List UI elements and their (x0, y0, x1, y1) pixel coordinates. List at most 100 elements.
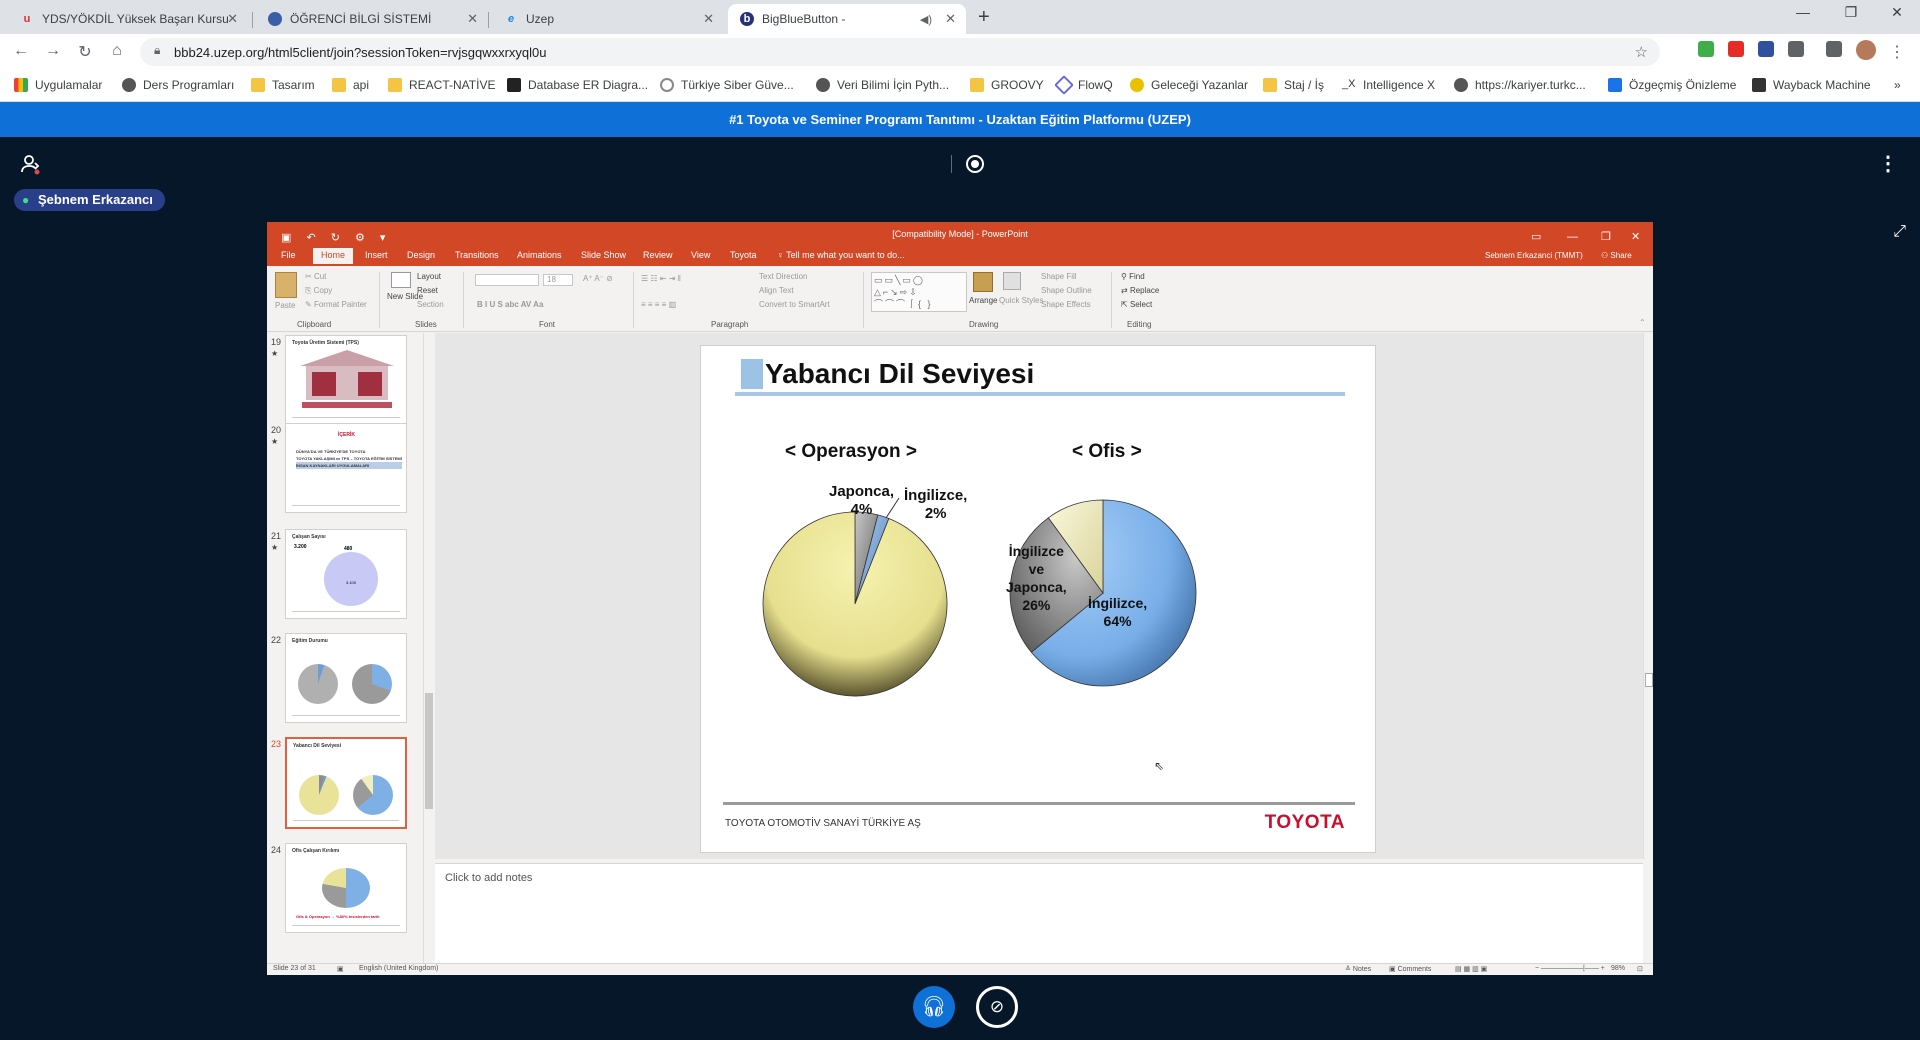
slide-thumbnail[interactable]: Ofis Çalışan Kırılımı Ofis & Operasyon →… (285, 843, 407, 933)
notes-pane[interactable]: Click to add notes (435, 863, 1643, 963)
bookmark-item[interactable]: REACT-NATİVE (388, 78, 495, 92)
bookmark-item[interactable]: Veri Bilimi İçin Pyth... (816, 78, 949, 92)
find-button[interactable]: ⚲ Find (1121, 272, 1145, 281)
shield-extension-icon[interactable] (1698, 41, 1714, 57)
calendar-extension-icon[interactable] (1758, 41, 1774, 57)
restore-button[interactable]: ❐ (1828, 4, 1874, 21)
lock-icon[interactable]: 🔒︎ (154, 43, 160, 58)
copy-button[interactable]: ⎘ Copy (305, 286, 332, 296)
share-button[interactable]: ⚇ Share (1601, 251, 1632, 260)
slide-thumbnail-selected[interactable]: Yabancı Dil Seviyesi (285, 737, 407, 829)
close-icon[interactable]: ✕ (467, 11, 478, 27)
reload-button[interactable]: ↻ (74, 42, 96, 62)
close-window-button[interactable]: ✕ (1874, 4, 1920, 21)
close-icon[interactable]: ✕ (945, 11, 956, 27)
bookmark-item[interactable]: Geleceği Yazanlar (1130, 78, 1248, 92)
collapse-ribbon-icon[interactable]: ⌃ (1639, 318, 1646, 327)
bookmark-item[interactable]: Tasarım (251, 78, 315, 92)
browser-tab[interactable]: ÖĞRENCİ BİLGİ SİSTEMİ ✕ (256, 4, 488, 34)
shape-outline-button[interactable]: Shape Outline (1041, 286, 1092, 295)
arrange-icon[interactable] (973, 272, 993, 292)
bookmark-item[interactable]: api (332, 78, 369, 92)
tab-toyota[interactable]: Toyota (730, 250, 757, 260)
minimize-button[interactable]: — (1780, 4, 1826, 20)
tab-animations[interactable]: Animations (517, 250, 562, 260)
scrollbar-thumb[interactable] (1645, 673, 1653, 687)
arrange-button[interactable]: Arrange (969, 296, 997, 305)
bookmark-item[interactable]: https://kariyer.turkc... (1454, 78, 1586, 92)
tab-file[interactable]: File (281, 250, 296, 260)
tab-insert[interactable]: Insert (365, 250, 388, 260)
bookmark-item[interactable]: Özgeçmiş Önizleme (1608, 78, 1736, 92)
avatar[interactable] (1856, 40, 1876, 60)
forward-button[interactable]: → (42, 42, 64, 60)
bullets-button[interactable]: ☰ ☷ ⇤ ⇥ ‖ (641, 274, 681, 283)
new-tab-button[interactable]: + (978, 6, 990, 29)
browser-tab[interactable]: e Uzep ✕ (492, 4, 724, 34)
reset-button[interactable]: Reset (417, 286, 438, 295)
bookmark-item[interactable]: Wayback Machine (1752, 78, 1871, 92)
grow-font-button[interactable]: A⁺ A⁻ ⊘ (583, 274, 613, 283)
bookmark-item[interactable]: Uygulamalar (14, 78, 102, 92)
home-button[interactable]: ⌂ (106, 42, 128, 60)
user-list-toggle-icon[interactable] (20, 153, 42, 180)
address-bar[interactable]: 🔒︎ bbb24.uzep.org/html5client/join?sessi… (140, 38, 1660, 66)
tab-transitions[interactable]: Transitions (455, 250, 499, 260)
extensions-icon[interactable] (1788, 41, 1804, 57)
font-size-combo[interactable]: 18 (543, 274, 573, 286)
bookmark-item[interactable]: GROOVY (970, 78, 1044, 92)
new-slide-icon[interactable] (391, 272, 411, 288)
tab-slide-show[interactable]: Slide Show (581, 250, 626, 260)
format-painter-button[interactable]: ✎ Format Painter (305, 300, 367, 309)
cut-button[interactable]: ✂ Cut (305, 272, 326, 281)
bookmark-item[interactable]: Ders Programları (122, 78, 234, 92)
tab-design[interactable]: Design (407, 250, 435, 260)
bookmark-item[interactable]: Türkiye Siber Güve... (660, 78, 794, 92)
more-bookmarks-button[interactable]: » (1894, 78, 1901, 92)
browser-menu-icon[interactable]: ⋮ (1886, 42, 1908, 62)
slide-scrollbar[interactable] (1643, 333, 1653, 859)
close-icon[interactable]: ✕ (703, 11, 714, 27)
quick-styles-icon[interactable] (1003, 272, 1021, 290)
quick-styles-button[interactable]: Quick Styles (999, 296, 1043, 305)
comments-toggle[interactable]: ▣ Comments (1389, 965, 1431, 973)
tab-review[interactable]: Review (643, 250, 673, 260)
shapes-gallery[interactable]: ▭▭╲▭◯ △⌐↘⇨⇩ ⌒⌒⌒⎰{ } (871, 272, 967, 312)
reading-list-icon[interactable] (1826, 41, 1842, 57)
bookmark-item[interactable]: FlowQ (1054, 75, 1113, 95)
language-status[interactable]: English (United Kingdom) (359, 965, 438, 972)
tab-view[interactable]: View (691, 250, 710, 260)
options-menu-icon[interactable]: ⋮ (1878, 151, 1898, 176)
back-button[interactable]: ← (10, 42, 32, 60)
replace-button[interactable]: ⇄ Replace (1121, 286, 1159, 295)
tell-me-box[interactable]: ♀ Tell me what you want to do... (777, 250, 905, 260)
select-button[interactable]: ⇱ Select (1121, 300, 1152, 309)
layout-button[interactable]: Layout (417, 272, 441, 281)
text-direction-button[interactable]: Text Direction (759, 272, 807, 281)
shape-fill-button[interactable]: Shape Fill (1041, 272, 1077, 281)
bookmark-item[interactable]: Database ER Diagra... (507, 78, 648, 92)
bookmark-item[interactable]: _X Intelligence X (1342, 78, 1435, 92)
bookmark-star-icon[interactable]: ☆ (1635, 43, 1648, 61)
speaker-icon[interactable]: ◀) (920, 13, 932, 26)
current-slide[interactable]: Yabancı Dil Seviyesi < Operasyon > < Ofi… (700, 345, 1376, 853)
section-button[interactable]: Section (417, 300, 444, 309)
shape-effects-button[interactable]: Shape Effects (1041, 300, 1091, 309)
share-camera-button[interactable]: ⊘ (976, 986, 1018, 1028)
youtube-extension-icon[interactable] (1728, 41, 1744, 57)
headphones-button[interactable]: 🎧︎ (913, 986, 955, 1028)
align-buttons[interactable]: ≡ ≡ ≡ ≡ ▥ (641, 300, 676, 309)
close-icon[interactable]: ✕ (227, 11, 238, 27)
slide-thumbnail[interactable]: Eğitim Durumu (285, 633, 407, 723)
notes-toggle[interactable]: ≙ Notes (1345, 965, 1371, 973)
slide-thumbnail[interactable]: Çalışan Sayısı 3.200 480 3.100 (285, 529, 407, 619)
browser-tab[interactable]: u YDS/YÖKDİL Yüksek Başarı Kursu ✕ (8, 4, 248, 34)
scrollbar-thumb[interactable] (425, 693, 433, 809)
tab-home[interactable]: Home (313, 248, 354, 264)
browser-tab-active[interactable]: b BigBlueButton - ◀) ✕ (728, 4, 966, 34)
record-icon[interactable] (966, 155, 984, 173)
thumbnail-scrollbar[interactable] (423, 333, 433, 963)
zoom-slider[interactable]: − ——————|—— + (1535, 965, 1605, 972)
spellcheck-icon[interactable]: ▣ (337, 965, 344, 973)
zoom-level[interactable]: 98% (1611, 965, 1625, 972)
